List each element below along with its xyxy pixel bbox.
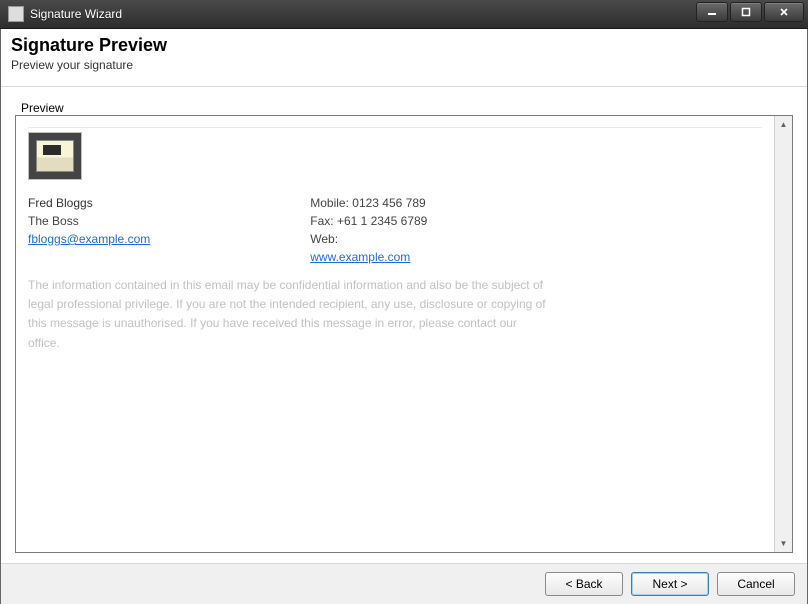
cancel-button[interactable]: Cancel: [717, 572, 795, 596]
signature-web-link[interactable]: www.example.com: [310, 250, 410, 264]
wizard-footer: < Back Next > Cancel: [1, 563, 807, 604]
mobile-value: 0123 456 789: [352, 196, 425, 210]
app-icon: [8, 6, 24, 22]
next-button[interactable]: Next >: [631, 572, 709, 596]
content-area: Preview Fred Bloggs The Boss fbloggs@exa…: [1, 87, 807, 563]
preview-content: Fred Bloggs The Boss fbloggs@example.com…: [16, 116, 774, 552]
mobile-label: Mobile:: [310, 196, 349, 210]
back-button[interactable]: < Back: [545, 572, 623, 596]
wizard-header: Signature Preview Preview your signature: [1, 29, 807, 87]
page-title: Signature Preview: [11, 35, 797, 56]
fax-value: +61 1 2345 6789: [337, 214, 427, 228]
signature-disclaimer: The information contained in this email …: [28, 276, 548, 353]
signature-contact-column: Mobile: 0123 456 789 Fax: +61 1 2345 678…: [310, 194, 427, 266]
preview-group-label: Preview: [19, 101, 797, 115]
minimize-button[interactable]: [696, 2, 728, 22]
fax-label: Fax:: [310, 214, 333, 228]
signature-logo-image: [28, 132, 82, 180]
window-body: Signature Preview Preview your signature…: [0, 29, 808, 604]
preview-box: Fred Bloggs The Boss fbloggs@example.com…: [15, 115, 793, 553]
web-label: Web:: [310, 230, 427, 248]
close-button[interactable]: [764, 2, 804, 22]
scroll-down-arrow-icon[interactable]: ▼: [775, 535, 792, 552]
maximize-button[interactable]: [730, 2, 762, 22]
signature-name: Fred Bloggs: [28, 194, 150, 212]
vertical-scrollbar[interactable]: ▲ ▼: [774, 116, 792, 552]
page-subtitle: Preview your signature: [11, 58, 797, 72]
signature-email-link[interactable]: fbloggs@example.com: [28, 232, 150, 246]
signature-identity-column: Fred Bloggs The Boss fbloggs@example.com: [28, 194, 150, 266]
titlebar: Signature Wizard: [0, 0, 808, 29]
signature-divider: [28, 126, 762, 128]
signature-title: The Boss: [28, 212, 150, 230]
window-controls: [696, 2, 804, 22]
scroll-up-arrow-icon[interactable]: ▲: [775, 116, 792, 133]
window-title: Signature Wizard: [30, 7, 122, 21]
